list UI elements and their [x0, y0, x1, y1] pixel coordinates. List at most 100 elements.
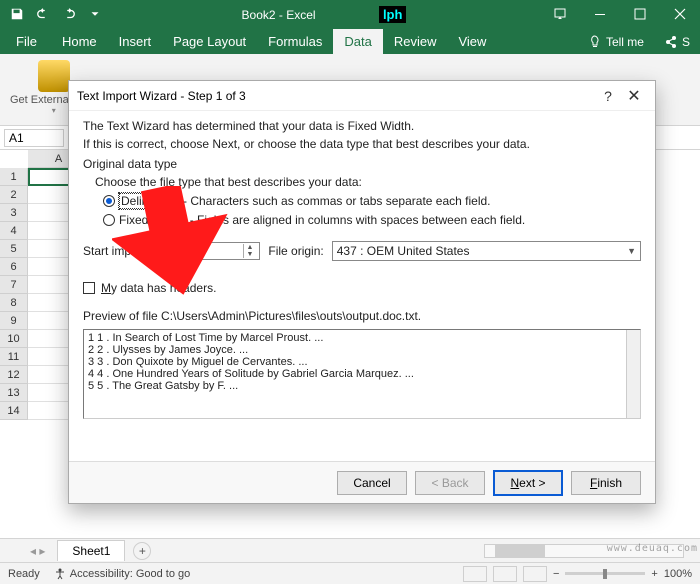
tab-review[interactable]: Review: [383, 29, 448, 54]
status-ready: Ready: [8, 568, 40, 580]
row-header[interactable]: 12: [0, 366, 28, 384]
file-origin-select[interactable]: 437 : OEM United States ▼: [332, 241, 641, 261]
tab-page-layout[interactable]: Page Layout: [162, 29, 257, 54]
choose-file-type-label: Choose the file type that best describes…: [95, 175, 641, 189]
text-import-wizard-dialog: Text Import Wizard - Step 1 of 3 ? ✕ The…: [68, 80, 656, 504]
cancel-button[interactable]: Cancel: [337, 471, 407, 495]
logo-badge: lph: [379, 6, 407, 23]
ribbon-tab-bar: File Home Insert Page Layout Formulas Da…: [0, 28, 700, 54]
radio-delimited-label: Delimited: [119, 193, 173, 209]
row-header[interactable]: 6: [0, 258, 28, 276]
preview-line: 5 5 . The Great Gatsby by F. ...: [88, 380, 636, 392]
preview-line: 4 4 . One Hundred Years of Solitude by G…: [88, 368, 636, 380]
preview-line: 2 2 . Ulysses by James Joyce. ...: [88, 344, 636, 356]
zoom-level[interactable]: 100%: [664, 568, 692, 580]
radio-fixed-width-label: Fixed width: [119, 213, 180, 227]
radio-fixed-width-desc: - Fields are aligned in columns with spa…: [190, 213, 526, 227]
tab-view[interactable]: View: [447, 29, 497, 54]
row-header[interactable]: 10: [0, 330, 28, 348]
row-header[interactable]: 13: [0, 384, 28, 402]
maximize-button[interactable]: [620, 0, 660, 28]
zoom-in-button[interactable]: +: [651, 568, 657, 580]
row-header[interactable]: 11: [0, 348, 28, 366]
dropdown-icon: ▼: [627, 246, 636, 256]
zoom-slider[interactable]: [565, 572, 645, 575]
preview-line: 3 3 . Don Quixote by Miguel de Cervantes…: [88, 356, 636, 368]
file-origin-value: 437 : OEM United States: [337, 244, 470, 258]
sheet-nav[interactable]: ◂ ▸: [30, 544, 45, 558]
window-controls: [540, 0, 700, 28]
tab-formulas[interactable]: Formulas: [257, 29, 333, 54]
radio-delimited-row[interactable]: Delimited - Characters such as commas or…: [103, 193, 641, 209]
radio-delimited-desc: - Characters such as commas or tabs sepa…: [183, 194, 490, 208]
share-button[interactable]: S: [654, 30, 700, 54]
name-box[interactable]: A1: [4, 129, 64, 147]
save-icon[interactable]: [4, 0, 30, 28]
tab-home[interactable]: Home: [51, 29, 108, 54]
page-layout-view-button[interactable]: [493, 566, 517, 582]
preview-box: 1 1 . In Search of Lost Time by Marcel P…: [83, 329, 641, 419]
ribbon-right-items: Tell me S: [578, 30, 700, 54]
row-header[interactable]: 3: [0, 204, 28, 222]
row-header[interactable]: 7: [0, 276, 28, 294]
dialog-close-button[interactable]: ✕: [621, 86, 647, 106]
document-name: Book2 - Excel: [242, 8, 316, 22]
preview-line: 1 1 . In Search of Lost Time by Marcel P…: [88, 332, 636, 344]
headers-checkbox-row[interactable]: MMy data has headers.y data has headers.: [83, 281, 641, 295]
tab-insert[interactable]: Insert: [108, 29, 163, 54]
dialog-body: The Text Wizard has determined that your…: [69, 111, 655, 427]
zoom-out-button[interactable]: −: [553, 568, 559, 580]
preview-scrollbar[interactable]: [626, 330, 640, 418]
qat-customize-icon[interactable]: [82, 0, 108, 28]
start-import-row-input[interactable]: 1 ▲▼: [192, 242, 260, 260]
ribbon-options-icon[interactable]: [540, 0, 580, 28]
status-bar: Ready Accessibility: Good to go − + 100%: [0, 562, 700, 584]
page-break-view-button[interactable]: [523, 566, 547, 582]
close-button[interactable]: [660, 0, 700, 28]
start-import-value: 1: [197, 244, 241, 258]
redo-icon[interactable]: [56, 0, 82, 28]
dialog-title: Text Import Wizard - Step 1 of 3: [77, 89, 595, 103]
wizard-info-1: The Text Wizard has determined that your…: [83, 119, 641, 133]
row-header[interactable]: 1: [0, 168, 28, 186]
new-sheet-button[interactable]: +: [133, 542, 151, 560]
normal-view-button[interactable]: [463, 566, 487, 582]
sheet-tab-bar: ◂ ▸ Sheet1 +: [0, 538, 700, 562]
get-data-icon: [38, 60, 70, 92]
spin-up-icon[interactable]: ▲: [244, 244, 255, 251]
file-tab[interactable]: File: [2, 29, 51, 54]
undo-icon[interactable]: [30, 0, 56, 28]
headers-checkbox[interactable]: [83, 282, 95, 294]
quick-access-toolbar: [0, 0, 108, 28]
radio-delimited[interactable]: [103, 195, 115, 207]
row-header[interactable]: 5: [0, 240, 28, 258]
tell-me-label: Tell me: [606, 35, 644, 49]
finish-button[interactable]: FinishFinish: [571, 471, 641, 495]
minimize-button[interactable]: [580, 0, 620, 28]
sheet-tab[interactable]: Sheet1: [57, 540, 125, 561]
row-header[interactable]: 8: [0, 294, 28, 312]
row-header[interactable]: 9: [0, 312, 28, 330]
radio-fixed-width-row[interactable]: Fixed width - Fields are aligned in colu…: [103, 213, 641, 227]
row-header[interactable]: 14: [0, 402, 28, 420]
tab-data[interactable]: Data: [333, 29, 382, 54]
row-header[interactable]: 2: [0, 186, 28, 204]
next-button[interactable]: Next >Next >: [493, 470, 563, 496]
accessibility-status[interactable]: Accessibility: Good to go: [54, 568, 190, 580]
start-import-label: Start import at row:: [83, 244, 184, 258]
row-header[interactable]: 4: [0, 222, 28, 240]
dropdown-icon: ▾: [52, 106, 56, 115]
dialog-help-button[interactable]: ?: [595, 88, 621, 104]
window-title: Book2 - Excel lph: [108, 7, 540, 22]
dialog-button-row: Cancel < Back Next >Next > FinishFinish: [69, 461, 655, 503]
preview-label: Preview of file C:\Users\Admin\Pictures\…: [83, 309, 641, 323]
spin-down-icon[interactable]: ▼: [244, 251, 255, 258]
accessibility-icon: [54, 568, 66, 580]
wizard-info-2: If this is correct, choose Next, or choo…: [83, 137, 641, 151]
headers-checkbox-label: MMy data has headers.y data has headers.: [101, 281, 216, 295]
watermark: www.deuaq.com: [607, 543, 698, 554]
radio-fixed-width[interactable]: [103, 214, 115, 226]
tell-me[interactable]: Tell me: [578, 30, 654, 54]
file-origin-label: File origin:: [268, 244, 323, 258]
window-titlebar: Book2 - Excel lph: [0, 0, 700, 28]
